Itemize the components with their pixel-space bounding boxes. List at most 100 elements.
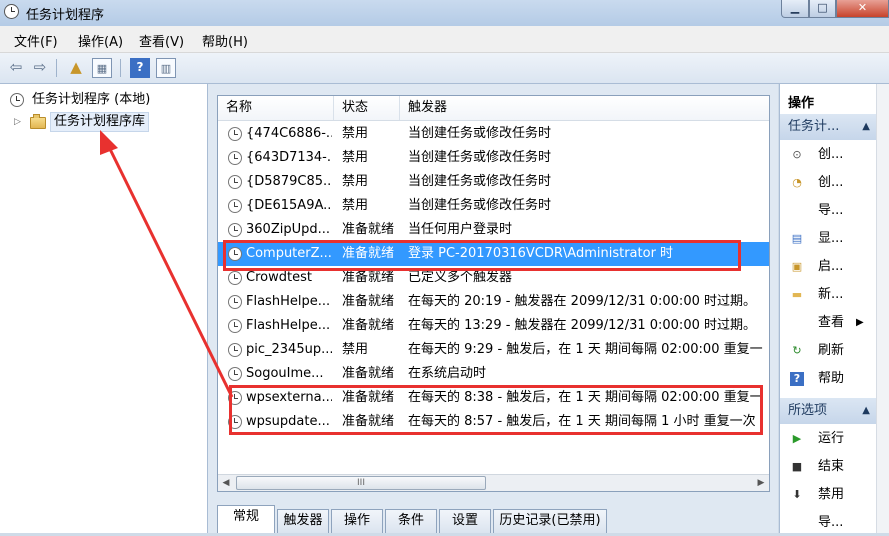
back-arrow-icon[interactable]: ⇦	[6, 58, 26, 78]
task-clock-icon	[228, 199, 242, 213]
import-icon	[790, 204, 804, 218]
enable-history-icon: ▣	[791, 260, 803, 273]
maximize-button[interactable]: □	[809, 0, 836, 18]
tab-history[interactable]: 历史记录(已禁用)	[493, 509, 607, 533]
collapse-arrow-icon[interactable]: ▲	[862, 398, 870, 424]
vertical-scrollbar[interactable]	[876, 84, 889, 533]
scroll-right-arrow-icon[interactable]: ▶	[753, 475, 769, 491]
task-status: 准备就绪	[342, 222, 395, 237]
tab-triggers[interactable]: 触发器	[277, 509, 329, 533]
task-name: FlashHelpe...	[246, 294, 331, 309]
column-header-trigger[interactable]: 触发器	[400, 96, 769, 120]
menu-bar: 文件(F) 操作(A) 查看(V) 帮助(H)	[0, 26, 889, 53]
table-row[interactable]: pic_2345up... 禁用 在每天的 9:29 - 触发后，在 1 天 期间每…	[218, 338, 769, 362]
action-item-new-folder[interactable]: ▬ 新...	[780, 282, 876, 308]
new-folder-icon: ▬	[791, 288, 803, 301]
column-header-name[interactable]: 名称	[218, 96, 334, 120]
end-icon: ■	[791, 460, 803, 473]
action-item-end[interactable]: ■ 结束	[780, 454, 876, 480]
table-row[interactable]: FlashHelpe... 准备就绪 在每天的 13:29 - 触发器在 2099/…	[218, 314, 769, 338]
task-name: {D5879C85...	[246, 174, 332, 189]
header-divider	[218, 120, 769, 121]
action-label: 结束	[818, 459, 845, 474]
action-item-enable-history[interactable]: ▣ 启...	[780, 254, 876, 280]
task-clock-icon	[228, 319, 242, 333]
table-row[interactable]: {DE615A9A... 禁用 当创建任务或修改任务时	[218, 194, 769, 218]
task-name: FlashHelpe...	[246, 318, 331, 333]
menu-action[interactable]: 操作(A)	[78, 31, 123, 50]
action-item-export[interactable]: 导...	[780, 510, 876, 536]
up-folder-icon[interactable]: ▲	[66, 58, 86, 78]
submenu-arrow-icon: ▶	[856, 317, 864, 328]
scroll-left-arrow-icon[interactable]: ◀	[218, 475, 234, 491]
action-item-refresh[interactable]: ↻ 刷新	[780, 338, 876, 364]
scrollbar-thumb[interactable]: III	[236, 476, 486, 490]
display-running-icon: ▤	[791, 232, 803, 245]
action-item-display-running[interactable]: ▤ 显...	[780, 226, 876, 252]
table-row[interactable]: {474C6886-... 禁用 当创建任务或修改任务时	[218, 122, 769, 146]
action-item-view[interactable]: 查看 ▶	[780, 310, 876, 336]
expand-arrow-icon[interactable]: ▷	[14, 112, 21, 132]
action-label: 显...	[818, 231, 844, 246]
view-icon	[790, 316, 804, 330]
tab-general[interactable]: 常规	[217, 505, 275, 533]
table-row[interactable]: {643D7134-... 禁用 当创建任务或修改任务时	[218, 146, 769, 170]
task-clock-icon	[228, 151, 242, 165]
help-icon[interactable]: ?	[130, 58, 150, 78]
create-basic-task-icon: ⊙	[792, 148, 802, 161]
menu-file[interactable]: 文件(F)	[14, 31, 58, 50]
toolbar-separator	[120, 59, 121, 77]
tab-settings[interactable]: 设置	[439, 509, 491, 533]
column-header-status[interactable]: 状态	[334, 96, 400, 120]
task-name: pic_2345up...	[246, 342, 332, 357]
close-button[interactable]: ✕	[836, 0, 889, 18]
action-label: 查看	[818, 315, 845, 330]
table-row[interactable]: {D5879C85... 禁用 当创建任务或修改任务时	[218, 170, 769, 194]
action-item-create-basic-task[interactable]: ⊙ 创...	[780, 142, 876, 168]
action-item-run[interactable]: ▶ 运行	[780, 426, 876, 452]
action-label: 刷新	[818, 343, 845, 358]
task-clock-icon	[228, 295, 242, 309]
folder-icon	[30, 114, 46, 129]
table-row[interactable]: 360ZipUpd... 准备就绪 当任何用户登录时	[218, 218, 769, 242]
toolbar-separator	[56, 59, 57, 77]
action-item-create-task[interactable]: ◔ 创...	[780, 170, 876, 196]
section-title: 所选项	[788, 403, 828, 418]
action-label: 运行	[818, 431, 845, 446]
task-status: 准备就绪	[342, 318, 395, 333]
task-trigger: 在每天的 20:19 - 触发器在 2099/12/31 0:00:00 时过期…	[408, 294, 756, 309]
horizontal-scrollbar[interactable]: ◀ III ▶	[218, 474, 769, 491]
section-header-task-scheduler[interactable]: 任务计... ▲	[780, 114, 876, 140]
action-item-help[interactable]: ? 帮助	[780, 366, 876, 392]
show-hide-action-pane-icon[interactable]: ▥	[156, 58, 176, 78]
task-trigger: 当创建任务或修改任务时	[408, 126, 552, 141]
action-item-disable[interactable]: ⬇ 禁用	[780, 482, 876, 508]
table-row[interactable]: FlashHelpe... 准备就绪 在每天的 20:19 - 触发器在 2099/…	[218, 290, 769, 314]
task-status: 准备就绪	[342, 294, 395, 309]
console-tree: 任务计划程序 (本地) ▷ 任务计划程序库	[0, 84, 208, 533]
task-name: {DE615A9A...	[246, 198, 332, 213]
action-label: 创...	[818, 147, 844, 162]
menu-view[interactable]: 查看(V)	[139, 31, 184, 50]
task-clock-icon	[228, 367, 242, 381]
collapse-arrow-icon[interactable]: ▲	[862, 114, 870, 140]
action-item-import[interactable]: 导...	[780, 198, 876, 224]
tab-conditions[interactable]: 条件	[385, 509, 437, 533]
task-status: 禁用	[342, 198, 369, 213]
clock-icon	[10, 93, 24, 107]
section-header-selected-item[interactable]: 所选项 ▲	[780, 398, 876, 424]
actions-pane: 操作 任务计... ▲ ⊙ 创... ◔ 创... 导... ▤ 显... ▣ 启... ▬ 新..…	[779, 84, 889, 533]
forward-arrow-icon[interactable]: ⇨	[30, 58, 50, 78]
task-trigger: 当创建任务或修改任务时	[408, 150, 552, 165]
task-trigger: 在每天的 13:29 - 触发器在 2099/12/31 0:00:00 时过期…	[408, 318, 756, 333]
task-status: 禁用	[342, 342, 369, 357]
action-label: 新...	[818, 287, 844, 302]
tab-actions[interactable]: 操作	[331, 509, 383, 533]
task-name: SogouIme...	[246, 366, 324, 381]
table-row[interactable]: SogouIme... 准备就绪 在系统启动时	[218, 362, 769, 386]
section-title: 任务计...	[788, 119, 840, 134]
task-name: {474C6886-...	[246, 126, 332, 141]
minimize-button[interactable]: ▁	[781, 0, 809, 18]
show-hide-console-tree-icon[interactable]: ▦	[92, 58, 112, 78]
menu-help[interactable]: 帮助(H)	[202, 31, 248, 50]
